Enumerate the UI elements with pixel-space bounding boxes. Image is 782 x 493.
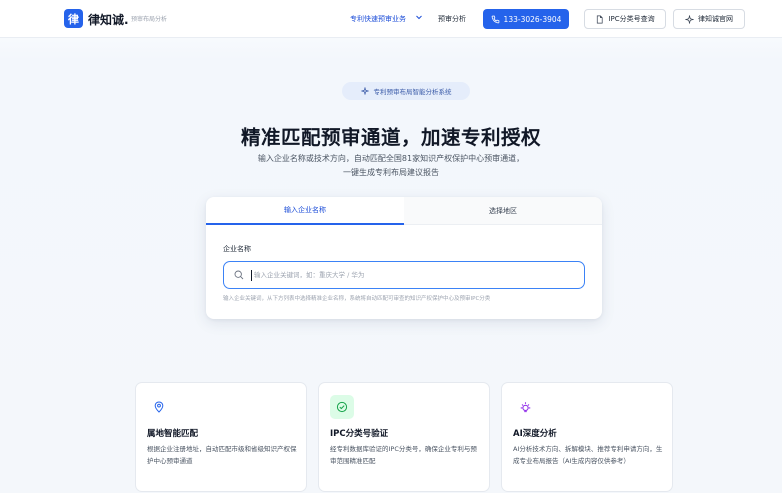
brand-logo-icon[interactable]: 律 [64,9,83,28]
nav-patent-prereview[interactable]: 专利快速预审业务 [350,14,406,24]
page-description-line2: 一键生成专利布局建议报告 [343,168,439,177]
system-badge-label: 专利预审布局智能分析系统 [373,88,452,96]
search-card: 输入企业名称 选择地区 企业名称 输入企业关键词，从下方列表中选择精准企业名称，… [206,197,602,319]
feature-description: 根据企业注册地址，自动匹配市级和省级知识产权保护中心预审通道 [147,445,297,465]
company-search-input[interactable] [254,266,574,284]
feature-card-ai-analysis: AI深度分析 AI分析技术方向、拆解模块、推荐专利申请方向，生成专业布局报告（A… [501,382,673,492]
ipc-lookup-label: IPC分类号查询 [608,15,655,23]
official-site-label: 律知诚官网 [698,15,733,23]
sparkle-icon [685,14,694,24]
feature-description: 经专利数据库验证的IPC分类号，确保企业专利与预审范围精准匹配 [330,445,477,465]
feature-title: IPC分类号验证 [330,429,389,439]
sparkle-icon [360,87,369,95]
brand-name[interactable]: 律知诚. [88,11,129,28]
brand-subtitle: 预审布局分析 [131,16,168,23]
search-hint: 输入企业关键词，从下方列表中选择精准企业名称，系统将自动匹配可审查的知识产权保护… [223,296,491,302]
search-box[interactable] [223,261,585,289]
page-title: 精准匹配预审通道，加速专利授权 [240,126,541,149]
official-site-button[interactable]: 律知诚官网 [673,9,745,29]
lightbulb-icon [513,395,537,419]
ipc-lookup-button[interactable]: IPC分类号查询 [584,9,666,29]
feature-title: 属地智能匹配 [147,429,199,439]
system-badge: 专利预审布局智能分析系统 [342,82,470,100]
top-header: 律 律知诚. 预审布局分析 专利快速预审业务 预审分析 133-3026-390… [0,0,782,38]
page-description-line1: 输入企业名称或技术方向，自动匹配全国81家知识产权保护中心预审通道， [257,154,525,163]
chevron-down-icon[interactable] [415,13,423,21]
feature-description: AI分析技术方向、拆解模块、推荐专利申请方向，生成专业布局报告（AI生成内容仅供… [513,445,663,465]
nav-prereview-analysis[interactable]: 预审分析 [438,14,466,24]
phone-button[interactable]: 133-3026-3904 [483,9,569,29]
map-pin-icon [147,395,171,419]
feature-card-ipc-verify: IPC分类号验证 经专利数据库验证的IPC分类号，确保企业专利与预审范围精准匹配 [318,382,490,492]
document-icon [597,15,603,23]
tab-company-name[interactable]: 输入企业名称 [206,197,404,225]
text-caret [251,270,252,281]
phone-icon [491,15,499,23]
feature-title: AI深度分析 [513,429,557,439]
tab-select-region[interactable]: 选择地区 [404,197,602,225]
company-name-label: 企业名称 [223,245,251,253]
check-circle-icon [330,395,354,419]
phone-number: 133-3026-3904 [503,14,562,24]
feature-card-region-match: 属地智能匹配 根据企业注册地址，自动匹配市级和省级知识产权保护中心预审通道 [135,382,307,492]
search-icon [234,270,244,280]
